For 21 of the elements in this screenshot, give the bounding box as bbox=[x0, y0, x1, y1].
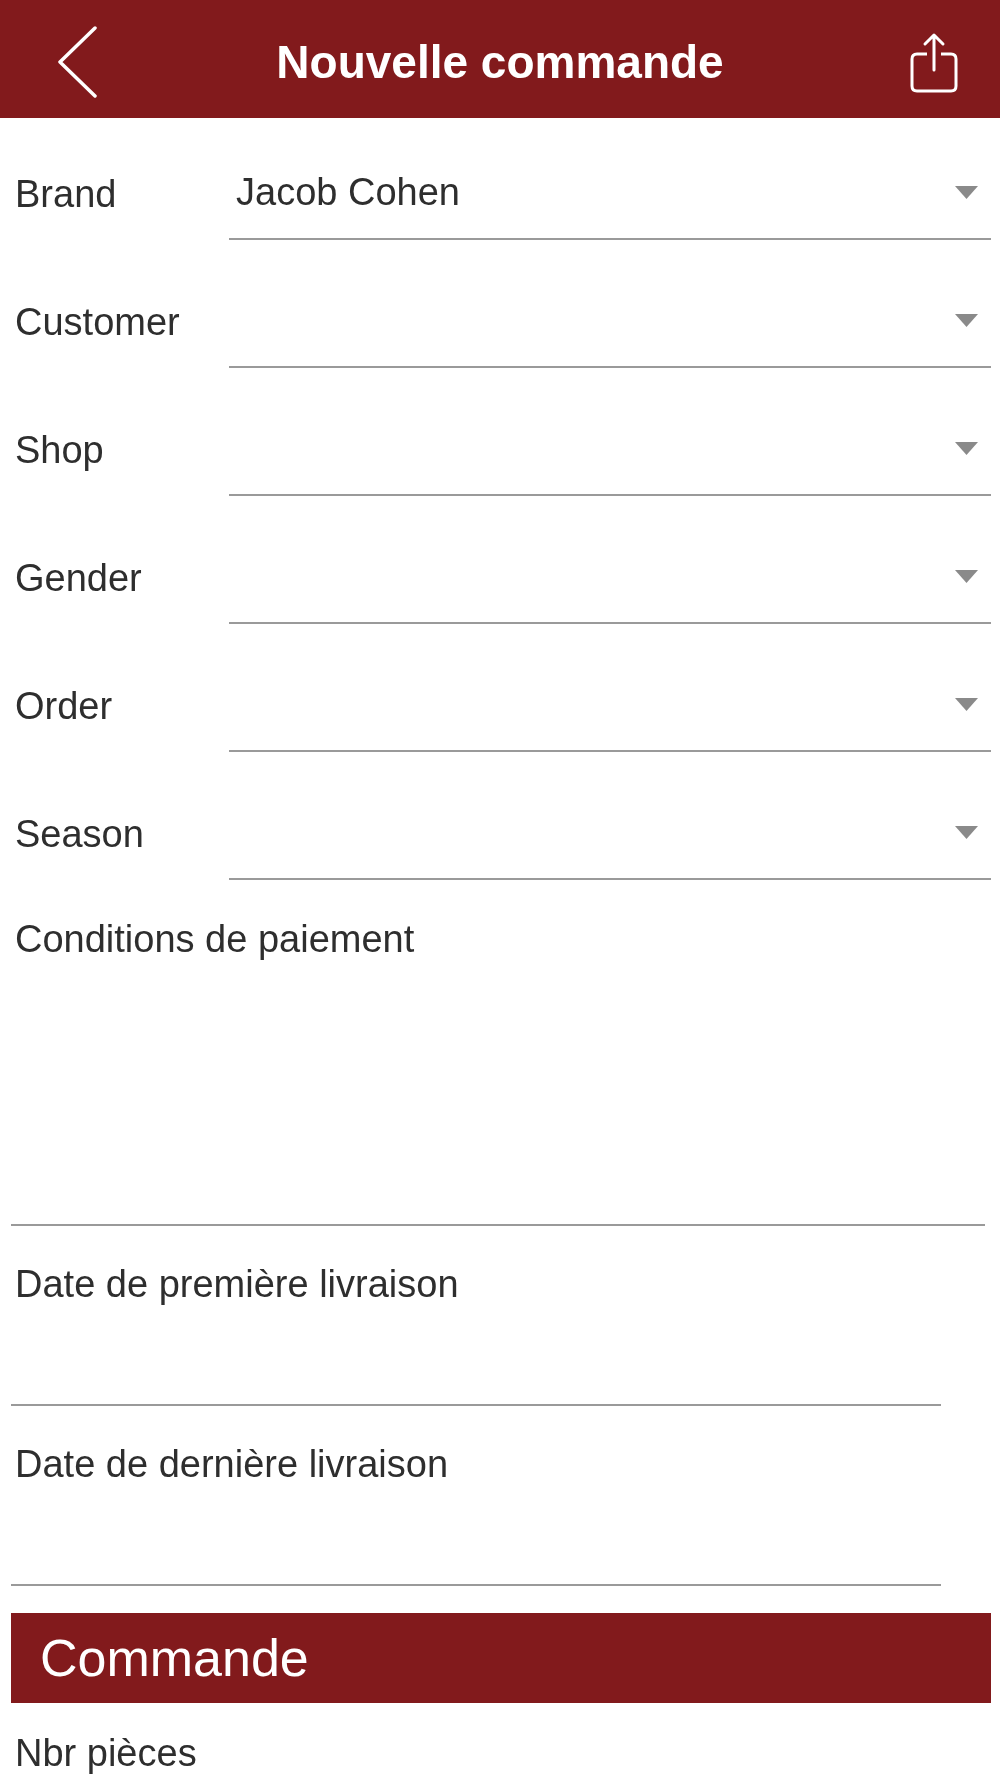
share-icon[interactable] bbox=[910, 31, 958, 93]
caret-icon bbox=[955, 825, 978, 839]
caret-icon bbox=[955, 313, 978, 327]
caret-icon bbox=[955, 441, 978, 455]
caret-icon bbox=[955, 185, 978, 199]
dropdown-field[interactable]: Jacob Cohen bbox=[229, 148, 991, 240]
field-label: Order bbox=[14, 684, 114, 728]
field-label: Date de dernière livraison bbox=[14, 1442, 448, 1486]
field-label: Date de première livraison bbox=[14, 1262, 459, 1306]
field-label: Conditions de paiement bbox=[14, 917, 415, 961]
header-title: Nouvelle commande bbox=[276, 35, 724, 90]
field-label: Nbr pièces bbox=[14, 1733, 197, 1773]
section-header: Commande bbox=[11, 1613, 991, 1703]
caret-icon bbox=[955, 697, 978, 711]
field-label: Season bbox=[14, 812, 145, 856]
back-icon[interactable] bbox=[57, 26, 98, 98]
caret-icon bbox=[955, 569, 978, 583]
field-label: Gender bbox=[14, 556, 143, 600]
field-label: Brand bbox=[14, 172, 118, 216]
field-label: Shop bbox=[14, 428, 105, 472]
field-label: Customer bbox=[14, 300, 181, 344]
